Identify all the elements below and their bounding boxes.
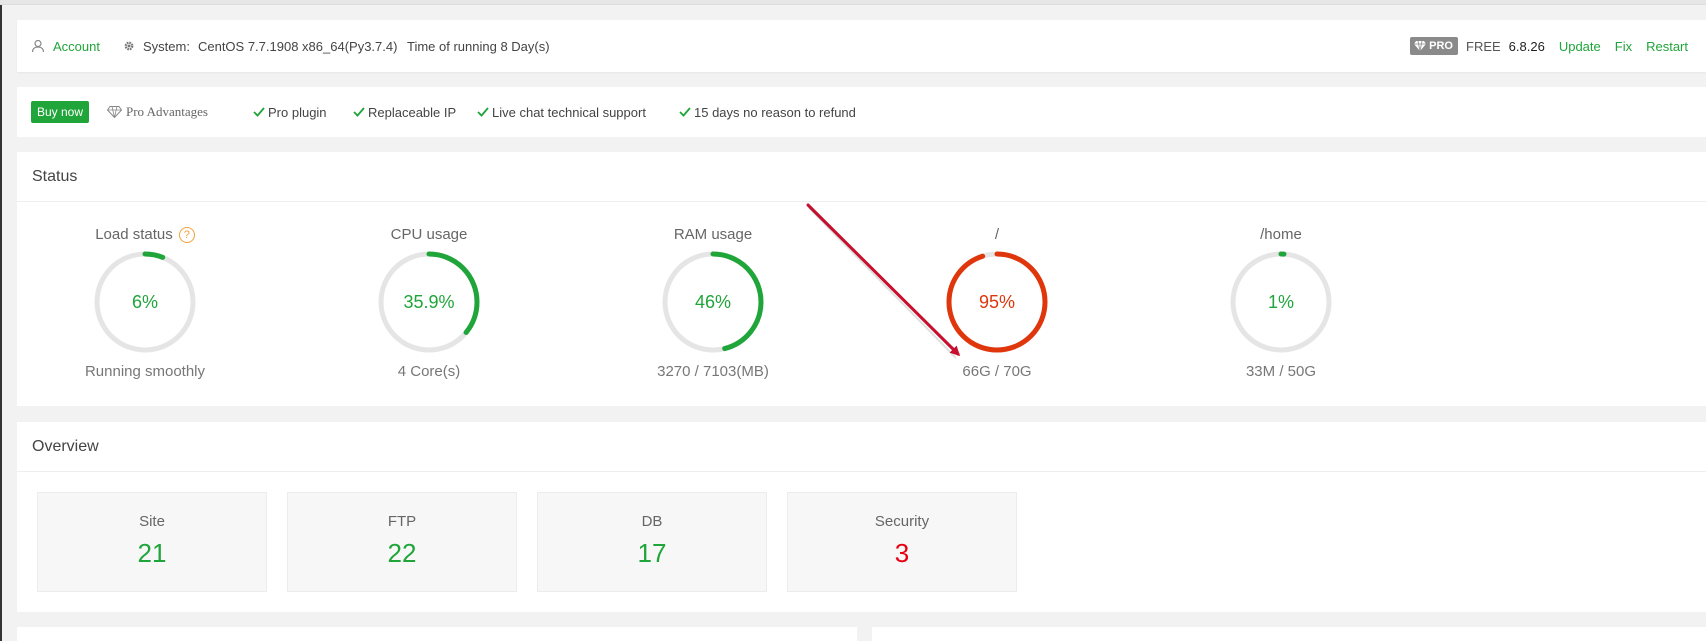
diamond-icon [107,106,122,118]
card-label: FTP [387,513,417,530]
gauge-load-status[interactable]: Load status ? 6% Running smoothly [35,225,255,380]
card-db[interactable]: DB 17 [537,492,767,592]
gauge-cpu-usage[interactable]: CPU usage 35.9% 4 Core(s) [319,225,539,380]
card-value[interactable]: 3 [788,538,1016,569]
lower-panel-right [872,627,1706,641]
gauge-title: /home [1171,225,1391,245]
gauge-subtitle: 66G / 70G [962,363,1032,380]
divider [17,471,1706,472]
card-security[interactable]: Security 3 [787,492,1017,592]
gauge-percent: 1% [1267,292,1294,312]
check-icon [253,107,265,117]
card-value[interactable]: 22 [288,538,516,569]
feature-replaceable-ip: Replaceable IP [353,87,456,137]
gauge-ring: 46% [660,249,766,355]
gear-icon [124,41,134,51]
pro-bar: Buy now Pro Advantages Pro plugin Replac… [17,87,1706,137]
overview-panel: Overview Site 21 FTP 22 DB 17 Security 3 [17,422,1706,612]
system-label: System: [143,38,190,54]
feature-refund: 15 days no reason to refund [679,87,856,137]
pro-badge[interactable]: PRO [1410,37,1458,55]
feature-label: 15 days no reason to refund [694,104,856,120]
card-site[interactable]: Site 21 [37,492,267,592]
feature-label: Live chat technical support [492,104,646,120]
pro-badge-label: PRO [1429,40,1453,52]
user-icon [31,39,45,53]
gauge-title-text: / [994,226,1000,243]
account-label: Account [53,38,100,54]
restart-link[interactable]: Restart [1646,39,1688,54]
gauge-title-text: RAM usage [673,226,753,243]
card-ftp[interactable]: FTP 22 [287,492,517,592]
header-bar: Account System: CentOS 7.7.1908 x86_64(P… [17,20,1706,72]
version-number: 6.8.26 [1508,38,1545,54]
free-label: FREE [1466,38,1501,54]
gauge-percent: 6% [131,292,158,312]
feature-label: Replaceable IP [368,104,457,120]
feature-live-chat: Live chat technical support [477,87,646,137]
help-icon[interactable]: ? [178,227,195,243]
gauge-ring: 6% [92,249,198,355]
check-icon [353,107,365,117]
fix-link[interactable]: Fix [1615,39,1632,54]
gauge-subtitle: 33M / 50G [1245,363,1317,380]
gauge-subtitle: Running smoothly [84,363,206,380]
gauge-subtitle: 3270 / 7103(MB) [657,363,769,380]
overview-title: Overview [32,438,99,455]
gauge-ram-usage[interactable]: RAM usage 46% 3270 / 7103(MB) [603,225,823,380]
check-icon [477,107,489,117]
annotation-arrow [806,203,961,359]
lower-panel-left [17,627,857,641]
account-link[interactable]: Account [31,20,100,72]
window-edge [0,0,2,641]
gauge-disk-home[interactable]: /home 1% 33M / 50G [1171,225,1391,380]
gauge-title-text: Load status [95,226,173,243]
gauge-title-text: CPU usage [390,226,468,243]
gauge-percent: 46% [694,292,732,312]
gauge-ring: 35.9% [376,249,482,355]
feature-pro-plugin: Pro plugin [253,87,327,137]
gauge-title: CPU usage [319,225,539,245]
gauge-subtitle: 4 Core(s) [397,363,461,380]
card-label: Site [139,513,165,530]
version-area: PRO FREE 6.8.26 Update Fix Restart [1410,20,1688,72]
update-link[interactable]: Update [1559,39,1601,54]
gauge-percent: 35.9% [403,292,455,312]
feature-label: Pro plugin [268,104,327,120]
system-info: System: CentOS 7.7.1908 x86_64(Py3.7.4) [123,20,397,72]
gauge-title-text: /home [1260,226,1302,243]
top-border [0,0,1706,5]
gauge-title: Load status ? [35,225,255,245]
pro-advantages-label: Pro Advantages [126,104,208,119]
runtime-info: Time of running 8 Day(s) [407,38,550,54]
pro-advantages-link[interactable]: Pro Advantages [107,87,208,137]
diamond-icon [1414,41,1427,51]
gauge-title: RAM usage [603,225,823,245]
system-value: CentOS 7.7.1908 x86_64(Py3.7.4) [197,38,398,54]
card-value[interactable]: 21 [38,538,266,569]
status-title: Status [32,168,78,185]
buy-now-button[interactable]: Buy now [31,101,90,123]
gauge-ring: 1% [1228,249,1334,355]
check-icon [679,107,691,117]
card-label: DB [641,513,663,530]
card-value[interactable]: 17 [538,538,766,569]
card-label: Security [874,513,930,530]
